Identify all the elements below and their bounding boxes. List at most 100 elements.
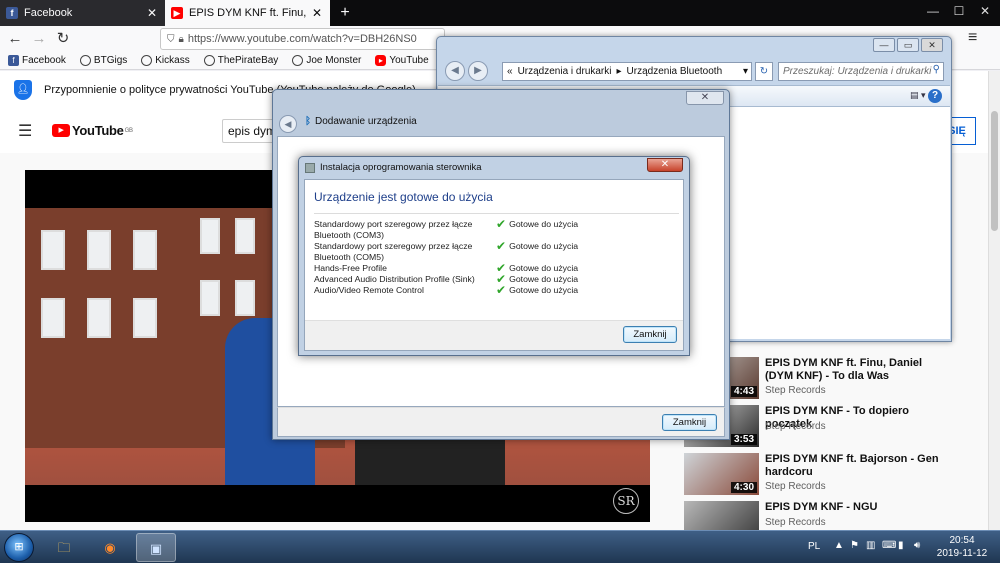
language-indicator[interactable]: PL — [808, 541, 820, 552]
building-window — [133, 230, 157, 270]
driver-row: Hands-Free Profile ✔ Gotowe do użycia — [314, 262, 614, 274]
tab-close-icon[interactable]: ✕ — [310, 6, 324, 20]
minimize-button[interactable]: — — [920, 0, 946, 22]
forward-arrow-icon[interactable]: → — [28, 29, 50, 49]
bookmark-label: ThePirateBay — [217, 55, 279, 66]
bookmark-facebook[interactable]: f Facebook — [8, 55, 66, 66]
breadcrumb-bluetooth-devices[interactable]: Urządzenia Bluetooth — [627, 66, 723, 77]
flag-icon[interactable]: ⚑ — [850, 540, 859, 551]
shield-icon[interactable]: ⛉ — [167, 34, 175, 45]
help-icon[interactable]: ? — [928, 89, 942, 103]
driver-status: Gotowe do użycia — [509, 241, 579, 251]
browser-tab-bar: f Facebook ✕ ▶ EPIS DYM KNF ft. Finu, Da… — [0, 0, 1000, 26]
globe-icon — [141, 55, 153, 66]
forward-arrow-icon[interactable]: ▶ — [468, 61, 488, 81]
tab-close-icon[interactable]: ✕ — [145, 6, 159, 20]
hamburger-menu-icon[interactable]: ≡ — [968, 29, 977, 47]
lock-icon[interactable]: 🔒︎ — [179, 34, 184, 45]
wizard-zamknij-button[interactable]: Zamknij — [662, 414, 717, 431]
explorer-search-input[interactable]: Przeszukaj: Urządzenia i drukarki ⚲ — [778, 62, 944, 81]
wizard-close-button[interactable]: ✕ — [686, 91, 724, 105]
network-signal-icon[interactable]: ▮ — [898, 540, 904, 551]
guide-menu-icon[interactable]: ☰ — [18, 121, 32, 141]
channel-name[interactable]: Step Records — [765, 385, 826, 396]
channel-name[interactable]: Step Records — [765, 421, 826, 432]
search-placeholder: Przeszukaj: Urządzenia i drukarki — [783, 66, 932, 77]
globe-icon — [203, 55, 215, 66]
video-thumbnail[interactable] — [684, 501, 759, 530]
building-window — [41, 298, 65, 338]
dialog-close-button[interactable]: ✕ — [647, 158, 683, 172]
back-arrow-icon[interactable]: ◀ — [279, 115, 297, 133]
device-icon[interactable]: ▥ — [866, 540, 875, 551]
url-bar[interactable]: ⛉ 🔒︎ https://www.youtube.com/watch?v=DBH… — [160, 28, 445, 50]
breadcrumb-devices-printers[interactable]: Urządzenia i drukarki — [518, 66, 612, 77]
zamknij-button[interactable]: Zamknij — [623, 326, 677, 343]
video-title[interactable]: EPIS DYM KNF ft. Finu, Daniel (DYM KNF) … — [765, 357, 950, 383]
close-window-button[interactable]: ✕ — [972, 0, 998, 22]
video-title[interactable]: EPIS DYM KNF ft. Bajorson - Gen hardcoru — [765, 453, 950, 479]
wizard-title-text: Dodawanie urządzenia — [315, 116, 417, 127]
bookmark-joe-monster[interactable]: Joe Monster — [292, 55, 361, 66]
view-options-icon[interactable]: ▤ ▾ — [910, 90, 926, 101]
chevron-down-icon[interactable]: ▾ — [743, 66, 748, 77]
reload-icon[interactable]: ↻ — [52, 29, 74, 49]
dialog-title: Instalacja oprogramowania sterownika — [320, 162, 482, 173]
breadcrumb[interactable]: « Urządzenia i drukarki ▸ Urządzenia Blu… — [502, 62, 752, 81]
green-check-icon: ✔ — [496, 217, 507, 231]
tab-facebook[interactable]: f Facebook ✕ — [0, 0, 165, 26]
channel-watermark[interactable]: SR — [613, 488, 639, 514]
page-scrollbar[interactable] — [988, 71, 1000, 530]
dialog-content: Urządzenie jest gotowe do użycia Standar… — [304, 179, 684, 351]
recommended-video[interactable]: 4:30 EPIS DYM KNF ft. Bajorson - Gen har… — [684, 453, 954, 503]
bookmark-label: BTGigs — [93, 55, 128, 66]
back-arrow-icon[interactable]: ← — [4, 29, 26, 49]
building-window — [87, 298, 111, 338]
channel-name[interactable]: Step Records — [765, 517, 826, 528]
explorer-minimize-button[interactable]: — — [873, 38, 895, 52]
video-thumbnail[interactable]: 4:30 — [684, 453, 759, 495]
breadcrumb-overflow[interactable]: « — [507, 66, 513, 77]
refresh-icon[interactable]: ↻ — [755, 62, 773, 81]
new-tab-button[interactable]: + — [336, 3, 354, 23]
driver-row: Advanced Audio Distribution Profile (Sin… — [314, 273, 614, 285]
youtube-icon: ▶ — [171, 7, 183, 19]
keyboard-icon[interactable]: ⌨ — [882, 540, 896, 551]
channel-name[interactable]: Step Records — [765, 481, 826, 492]
building-window — [133, 298, 157, 338]
url-text: https://www.youtube.com/watch?v=DBH26NS0 — [187, 33, 417, 45]
video-duration: 4:43 — [730, 386, 757, 397]
maximize-button[interactable]: ☐ — [946, 0, 972, 22]
recommended-video[interactable]: EPIS DYM KNF - NGU Step Records — [684, 501, 954, 530]
back-arrow-icon[interactable]: ◀ — [445, 61, 465, 81]
driver-install-dialog: Instalacja oprogramowania sterownika ✕ U… — [298, 156, 690, 356]
driver-install-icon — [305, 163, 315, 173]
privacy-shield-icon: 👤︎ — [14, 80, 32, 100]
bookmark-kickass[interactable]: Kickass — [141, 55, 190, 66]
bookmark-youtube[interactable]: ▸ YouTube — [375, 55, 429, 66]
scrollbar-thumb[interactable] — [991, 111, 998, 231]
explorer-maximize-button[interactable]: ▭ — [897, 38, 919, 52]
control-panel-icon[interactable]: ▣ — [136, 533, 176, 562]
tab-youtube[interactable]: ▶ EPIS DYM KNF ft. Finu, Dani ✕ — [165, 0, 330, 26]
video-title[interactable]: EPIS DYM KNF - NGU — [765, 501, 950, 514]
driver-name: Audio/Video Remote Control — [314, 285, 424, 295]
explorer-close-button[interactable]: ✕ — [921, 38, 943, 52]
youtube-logo-text: YouTube — [72, 123, 124, 138]
bookmark-thepiratebay[interactable]: ThePirateBay — [203, 55, 279, 66]
tab-title: EPIS DYM KNF ft. Finu, Dani — [189, 7, 310, 19]
facebook-icon: f — [8, 55, 19, 66]
tray-expand-icon[interactable]: ▲ — [834, 540, 844, 551]
firefox-icon[interactable]: ◉ — [90, 533, 130, 562]
globe-icon — [292, 55, 304, 66]
start-button[interactable]: ⊞ — [4, 533, 34, 562]
file-explorer-icon[interactable]: 🗀︎ — [44, 533, 84, 562]
clock[interactable]: 20:54 2019-11-12 — [932, 534, 992, 560]
building-window — [235, 280, 255, 316]
green-check-icon: ✔ — [496, 283, 507, 297]
breadcrumb-separator[interactable]: ▸ — [617, 66, 622, 77]
search-icon[interactable]: ⚲ — [933, 64, 940, 75]
bookmark-btgigs[interactable]: BTGigs — [79, 55, 128, 66]
volume-icon[interactable]: 🔊︎ — [914, 540, 920, 551]
youtube-logo[interactable]: ▶ YouTube GB — [52, 123, 133, 138]
